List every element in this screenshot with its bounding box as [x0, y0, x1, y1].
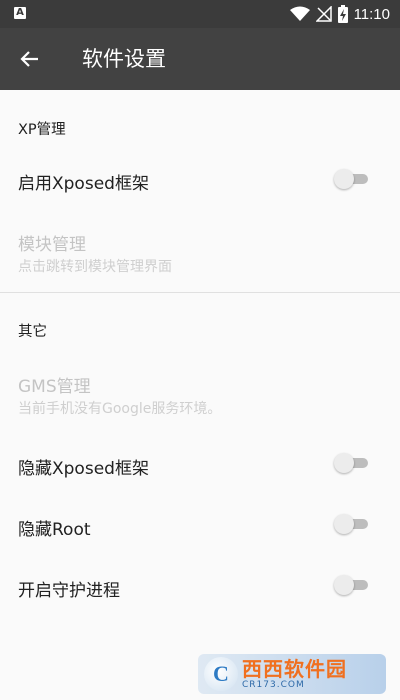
setting-enable-xposed[interactable]: 启用Xposed框架 [0, 152, 400, 208]
setting-title: 模块管理 [18, 235, 86, 255]
battery-charging-icon [337, 5, 348, 23]
status-icons: 11:10 [289, 0, 390, 28]
switch-thumb [334, 453, 354, 473]
setting-subtitle: 点击跳转到模块管理界面 [18, 259, 172, 275]
section-header-xp: XP管理 [18, 122, 66, 138]
signal-off-icon [315, 6, 332, 22]
switch-thumb [334, 169, 354, 189]
setting-module-management[interactable]: 模块管理 点击跳转到模块管理界面 [0, 214, 400, 278]
clock: 11:10 [353, 5, 390, 23]
hide-xposed-switch[interactable] [334, 453, 368, 473]
setting-daemon-process[interactable]: 开启守护进程 [0, 558, 400, 614]
setting-subtitle: 当前手机没有Google服务环境。 [18, 401, 222, 417]
setting-title: 隐藏Xposed框架 [18, 459, 149, 479]
switch-thumb [334, 514, 354, 534]
setting-hide-root[interactable]: 隐藏Root [0, 497, 400, 553]
app-toolbar: 软件设置 [0, 28, 400, 90]
back-button[interactable] [10, 39, 50, 79]
setting-title: GMS管理 [18, 377, 91, 397]
watermark-text: 西西软件园 [242, 656, 347, 681]
section-divider [0, 292, 400, 293]
switch-thumb [334, 575, 354, 595]
hide-root-switch[interactable] [334, 514, 368, 534]
watermark-logo: C 西西软件园 CR173.COM [198, 654, 386, 694]
section-header-other: 其它 [18, 324, 47, 340]
setting-hide-xposed[interactable]: 隐藏Xposed框架 [0, 436, 400, 492]
notification-app-icon: A [14, 7, 26, 19]
enable-xposed-switch[interactable] [334, 169, 368, 189]
setting-title: 开启守护进程 [18, 581, 120, 601]
daemon-process-switch[interactable] [334, 575, 368, 595]
setting-title: 隐藏Root [18, 520, 91, 540]
page-title: 软件设置 [82, 47, 166, 71]
watermark-logo-icon: C [204, 657, 238, 691]
status-bar: A 11:10 [0, 0, 400, 28]
setting-title: 启用Xposed框架 [18, 174, 149, 194]
watermark-domain: CR173.COM [242, 679, 305, 690]
setting-gms-management[interactable]: GMS管理 当前手机没有Google服务环境。 [0, 356, 400, 420]
wifi-icon [289, 6, 310, 21]
watermark-text-box: 西西软件园 CR173.COM [242, 659, 347, 690]
arrow-left-icon [20, 51, 38, 67]
